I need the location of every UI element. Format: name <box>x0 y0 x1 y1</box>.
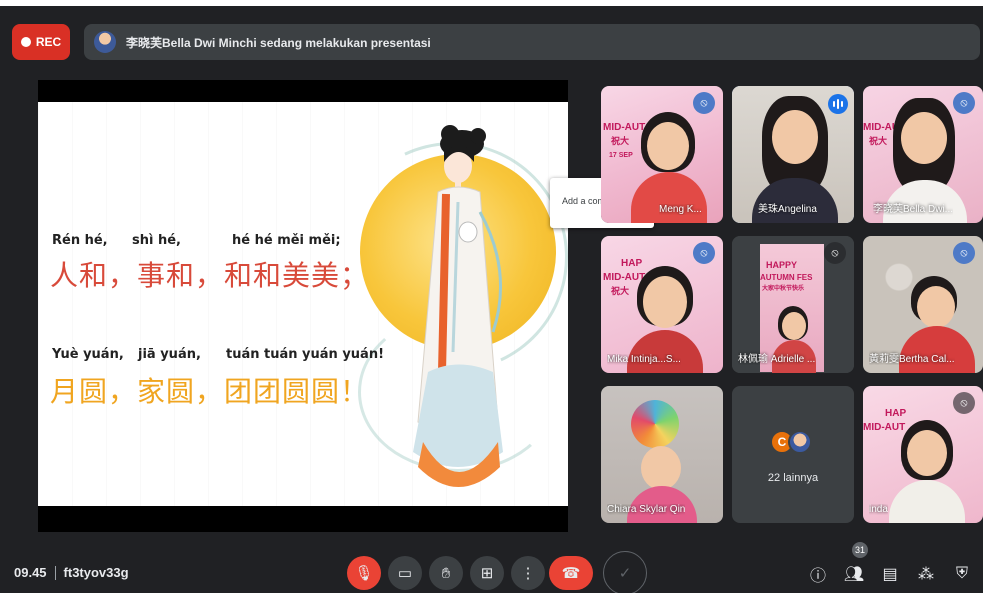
slide-pinyin-2c: tuán tuán yuán yuán! <box>226 347 385 362</box>
poster-text: 祝大 <box>869 136 888 146</box>
participant-face <box>901 112 947 164</box>
presenter-text: 李晓芙Bella Dwi Minchi sedang melakukan pre… <box>126 35 431 50</box>
mic-off-icon: ⦸ <box>693 242 715 264</box>
poster-text: 祝大 <box>611 286 630 296</box>
participant-name: Meng K... <box>659 204 702 215</box>
present-button[interactable]: ⊞ <box>470 556 504 590</box>
others-count-label: 22 lainnya <box>767 472 819 484</box>
others-tile[interactable]: C 22 lainnya <box>732 386 854 523</box>
participant-tile[interactable]: MID-AUT 祝大 ⦸ 李晓芙Bella Dwi... <box>863 86 983 223</box>
slide-pinyin-1c: hé hé měi měi; <box>232 233 341 248</box>
camera-icon: ▭ <box>397 565 413 582</box>
more-options-icon: ⋮ <box>520 565 536 582</box>
recording-indicator: REC <box>12 24 70 60</box>
slide-pinyin-1b: shì hé, <box>132 233 181 248</box>
participant-name: 黃莉雯Bertha Cal... <box>869 354 955 365</box>
meeting-time: 09.45 <box>14 565 47 580</box>
speaking-indicator-icon <box>828 94 848 114</box>
participant-name: inda <box>869 504 888 515</box>
slide: Rén hé, shì hé, hé hé měi měi; 人和，事和，和和美… <box>38 102 568 506</box>
mic-toggle-button[interactable]: 🎙︎ <box>347 556 381 590</box>
poster-text: HAP <box>885 408 907 419</box>
raise-hand-icon: ✋︎ <box>441 564 451 582</box>
meeting-code: ft3tyov33g <box>63 565 129 580</box>
poster-text: AUTUMN FES <box>760 273 813 282</box>
participant-tile[interactable]: HAP MID-AUT ⦸ inda <box>863 386 983 523</box>
participant-name: Chiara Skylar Qin <box>607 504 686 515</box>
hang-up-icon: ☎︎ <box>561 565 581 582</box>
slide-pinyin-2a: Yuè yuán, <box>52 347 124 362</box>
more-options-button[interactable]: ⋮ <box>511 556 545 590</box>
slide-pinyin-2b: jiā yuán, <box>138 347 201 362</box>
poster-text: HAPPY <box>766 260 798 270</box>
poster-text: MID-AUT <box>603 122 646 133</box>
presenter-avatar <box>94 31 116 53</box>
mic-off-icon: ⦸ <box>824 242 846 264</box>
mic-off-icon: ⦸ <box>953 392 975 414</box>
poster-text: MID-AUT <box>863 422 906 433</box>
chang-e-illustration <box>413 125 503 487</box>
info-icon: ⓘ <box>809 568 826 585</box>
security-icon: ⛨ <box>955 565 968 582</box>
participant-tile[interactable]: HAPPY AUTUMN FES 大家中秋节快乐 ⦸ 林佩瑜 Adrielle … <box>732 236 854 373</box>
others-avatar-photo <box>788 430 812 454</box>
meet-window: REC 李晓芙Bella Dwi Minchi sedang melakukan… <box>0 6 983 593</box>
poster-text: 祝大 <box>611 136 630 146</box>
participant-tile[interactable]: Chiara Skylar Qin <box>601 386 723 523</box>
participant-tile[interactable]: HAP MID-AUT 祝大 ⦸ Mika Intinja...S... <box>601 236 723 373</box>
poster-text: 大家中秋节快乐 <box>762 286 805 292</box>
recording-label: REC <box>35 35 62 49</box>
participant-tile-active[interactable]: 美珠Angelina <box>732 86 854 223</box>
camera-toggle-button[interactable]: ▭ <box>388 556 422 590</box>
mic-off-icon: ⦸ <box>693 92 715 114</box>
check-button[interactable]: ✓ <box>603 551 647 593</box>
meeting-info: 09.45 ft3tyov33g <box>14 565 129 580</box>
participant-name: 李晓芙Bella Dwi... <box>873 204 954 215</box>
present-icon: ⊞ <box>480 565 494 582</box>
divider <box>54 565 56 580</box>
participant-face <box>641 446 681 490</box>
security-button[interactable]: ⛨ <box>950 562 974 586</box>
mic-off-icon: 🎙︎ <box>354 565 374 582</box>
participant-name: Mika Intinja...S... <box>607 354 681 365</box>
others-avatars: C <box>770 430 812 454</box>
participant-face <box>907 430 947 476</box>
check-icon: ✓ <box>618 565 632 582</box>
participant-face <box>647 122 689 170</box>
presentation-stage[interactable]: Rén hé, shì hé, hé hé měi měi; 人和，事和，和和美… <box>38 80 568 532</box>
poster-text: 17 SEP <box>609 152 633 159</box>
mic-off-icon: ⦸ <box>953 242 975 264</box>
participant-face <box>643 276 687 328</box>
mic-off-icon: ⦸ <box>953 92 975 114</box>
chat-button[interactable]: ▤ <box>878 562 902 586</box>
chat-icon: ▤ <box>882 566 898 583</box>
poster-text: MID-AUT <box>603 272 646 283</box>
activities-icon: ⁂ <box>918 566 934 583</box>
slide-pinyin-1a: Rén hé, <box>52 233 108 248</box>
toy-object <box>631 400 679 448</box>
activities-button[interactable]: ⁂ <box>914 562 938 586</box>
participant-face <box>782 312 806 340</box>
participant-tile[interactable]: MID-AUT 祝大 17 SEP ⦸ Meng K... <box>601 86 723 223</box>
info-button[interactable]: ⓘ <box>806 562 830 586</box>
hang-up-button[interactable]: ☎︎ <box>549 556 593 590</box>
participant-name: 林佩瑜 Adrielle ... <box>738 354 816 365</box>
people-button[interactable]: 👥︎ <box>842 562 866 586</box>
participant-name: 美珠Angelina <box>758 204 817 215</box>
presentation-banner: 李晓芙Bella Dwi Minchi sedang melakukan pre… <box>84 24 980 60</box>
record-dot-icon <box>20 37 31 47</box>
participant-face <box>917 286 955 328</box>
participants-count-badge: 31 <box>852 542 869 558</box>
slide-hanzi-line-1: 人和，事和，和和美美； <box>50 259 370 292</box>
participant-face <box>772 110 818 164</box>
participant-tile[interactable]: ⦸ 黃莉雯Bertha Cal... <box>863 236 983 373</box>
raise-hand-button[interactable]: ✋︎ <box>429 556 463 590</box>
people-icon: 👥︎ <box>843 566 865 583</box>
slide-hanzi-line-2: 月圆，家圆，团团圆圆！ <box>50 375 370 408</box>
poster-text: HAP <box>621 258 643 269</box>
